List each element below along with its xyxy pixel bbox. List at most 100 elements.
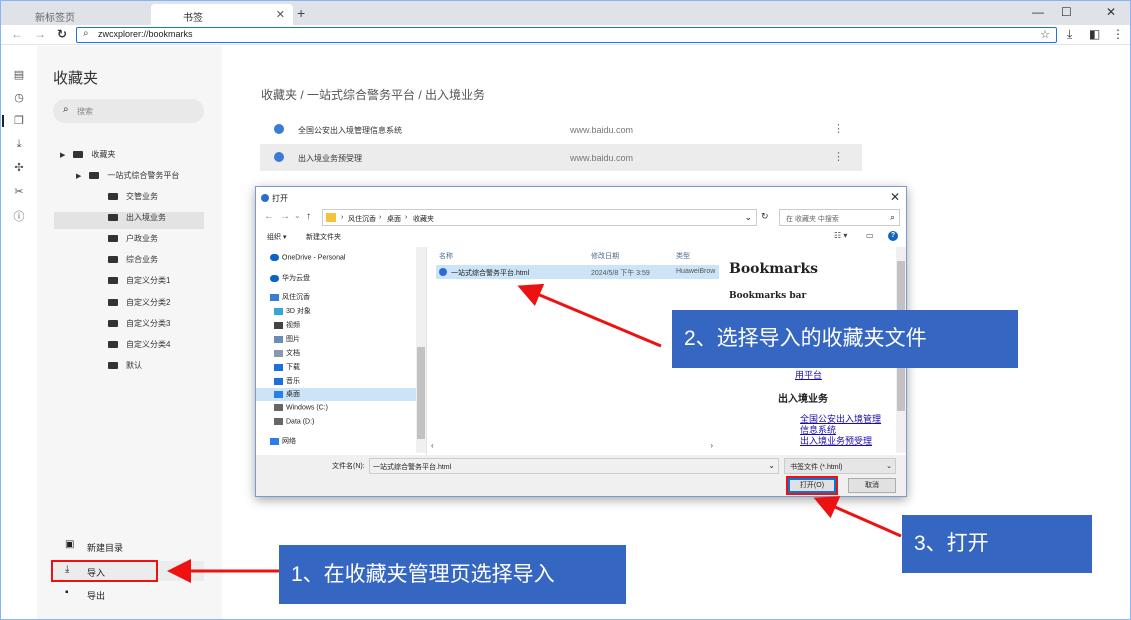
nav-item-drive-c[interactable]: Windows (C:) bbox=[274, 404, 328, 411]
new-folder-button[interactable]: ▣ 新建目录 bbox=[54, 536, 204, 556]
tools-icon[interactable]: ✂ bbox=[12, 185, 26, 198]
cancel-button[interactable]: 取消 bbox=[848, 478, 896, 493]
close-icon[interactable]: ✕ bbox=[890, 190, 900, 204]
scroll-left-icon[interactable]: ‹ bbox=[431, 441, 434, 450]
nav-item-this-pc[interactable]: 风住沉香 bbox=[270, 292, 310, 302]
folder-icon bbox=[108, 214, 118, 221]
back-arrow-icon[interactable]: ← bbox=[264, 211, 274, 222]
reload-icon[interactable]: ↻ bbox=[57, 27, 67, 41]
download-icon[interactable]: ⤓ bbox=[12, 138, 26, 151]
tree-item-favorites[interactable]: ▶ 收藏夹 bbox=[54, 149, 204, 166]
preview-pane-icon[interactable]: ▭ bbox=[866, 231, 874, 240]
nav-item-documents[interactable]: 文档 bbox=[274, 348, 300, 358]
more-icon[interactable]: ⋮ bbox=[833, 122, 844, 135]
tree-item-custom-2[interactable]: 自定义分类2 bbox=[54, 297, 204, 314]
search-icon: ⌕ bbox=[63, 104, 69, 115]
help-icon[interactable]: ? bbox=[888, 231, 898, 241]
menu-icon[interactable]: ⋮ bbox=[1112, 27, 1124, 41]
nav-item-huawei-cloud[interactable]: 华为云盘 bbox=[270, 273, 310, 283]
collections-icon[interactable]: ❐ bbox=[12, 114, 26, 127]
filename-label: 文件名(N): bbox=[332, 463, 365, 470]
tree-item-default[interactable]: 默认 bbox=[54, 360, 204, 377]
organize-button[interactable]: 组织 ▾ bbox=[267, 232, 286, 242]
history-icon[interactable]: ◷ bbox=[12, 91, 26, 104]
file-row[interactable]: 一站式综合警务平台.html 2024/5/8 下午 3:59 HuaweiBr… bbox=[436, 265, 719, 279]
tree-item-platform[interactable]: ▶ 一站式综合警务平台 bbox=[54, 170, 204, 187]
nav-item-3d[interactable]: 3D 对象 bbox=[274, 306, 311, 316]
nav-item-videos[interactable]: 视频 bbox=[274, 320, 300, 330]
forward-arrow-icon[interactable]: → bbox=[280, 211, 290, 222]
path-segment[interactable]: 收藏夹 bbox=[413, 214, 434, 224]
close-icon[interactable]: ✕ bbox=[276, 8, 285, 21]
search-icon: ⌕ bbox=[889, 212, 895, 222]
chevron-down-icon[interactable]: ⌄ bbox=[294, 211, 301, 220]
view-options-icon[interactable]: ☷ ▾ bbox=[834, 231, 847, 240]
video-icon bbox=[274, 321, 283, 329]
horizontal-scrollbar[interactable]: ‹ › bbox=[429, 441, 719, 453]
new-tab-button[interactable]: + bbox=[297, 5, 305, 21]
bookmark-name: 出入境业务预受理 bbox=[298, 154, 362, 163]
nav-item-desktop[interactable]: 桌面 bbox=[256, 388, 416, 401]
up-arrow-icon[interactable]: ↑ bbox=[306, 211, 311, 222]
tree-item-household[interactable]: 户政业务 bbox=[54, 233, 204, 250]
download-icon[interactable]: ⤓ bbox=[1067, 27, 1072, 42]
column-header-date[interactable]: 修改日期 bbox=[591, 251, 619, 261]
preview-link[interactable]: 用平台 bbox=[795, 368, 822, 381]
preview-link[interactable]: 出入境业务预受理 bbox=[800, 434, 872, 447]
scrollbar-thumb[interactable] bbox=[417, 347, 425, 439]
filename-input[interactable]: 一站式综合警务平台.html ⌄ bbox=[369, 458, 779, 474]
download-icon bbox=[274, 363, 283, 371]
filetype-select[interactable]: 书签文件 (*.html) ⌄ bbox=[784, 458, 896, 474]
maximize-button[interactable]: ☐ bbox=[1061, 5, 1072, 19]
tree-item-custom-4[interactable]: 自定义分类4 bbox=[54, 339, 204, 356]
callout-step-2: 2、选择导入的收藏夹文件 bbox=[672, 310, 1018, 368]
sidebar-toggle-icon[interactable]: ◧ bbox=[1089, 27, 1100, 41]
tab-new-tab[interactable]: 新标签页 bbox=[3, 4, 149, 25]
tree-item-traffic[interactable]: 交管业务 bbox=[54, 191, 204, 208]
nav-item-network[interactable]: 网络 bbox=[270, 436, 296, 446]
tree-item-custom-1[interactable]: 自定义分类1 bbox=[54, 275, 204, 292]
dialog-search-input[interactable]: 在 收藏夹 中搜索 ⌕ bbox=[779, 209, 900, 226]
tree-item-general[interactable]: 综合业务 bbox=[54, 254, 204, 271]
close-window-button[interactable]: ✕ bbox=[1106, 5, 1116, 19]
extensions-icon[interactable]: ✣ bbox=[12, 161, 26, 174]
nav-scrollbar[interactable] bbox=[416, 247, 426, 453]
tree-item-immigration[interactable]: 出入境业务 bbox=[54, 212, 204, 229]
nav-item-downloads[interactable]: 下载 bbox=[274, 362, 300, 372]
nav-item-music[interactable]: 音乐 bbox=[274, 376, 300, 386]
bookmark-row[interactable]: 出入境业务预受理 www.baidu.com ⋮ bbox=[260, 144, 862, 171]
forward-arrow-icon[interactable]: → bbox=[34, 27, 46, 41]
cube-icon bbox=[274, 307, 283, 315]
path-bar[interactable]: › 风住沉香 › 桌面 › 收藏夹 ⌄ bbox=[322, 209, 757, 226]
folder-icon bbox=[108, 277, 118, 284]
desktop-icon bbox=[274, 390, 283, 398]
minimize-button[interactable]: — bbox=[1032, 5, 1044, 19]
chevron-down-icon[interactable]: ⌄ bbox=[768, 461, 775, 470]
chevron-down-icon[interactable]: ⌄ bbox=[744, 212, 752, 223]
scroll-right-icon[interactable]: › bbox=[710, 441, 713, 450]
address-bar[interactable]: ⌕ zwcxplorer://bookmarks ☆ bbox=[76, 27, 1057, 43]
dialog-title: 打开 bbox=[272, 194, 288, 203]
more-icon[interactable]: ⋮ bbox=[833, 150, 844, 163]
bookmark-row[interactable]: 全国公安出入境管理信息系统 www.baidu.com ⋮ bbox=[260, 116, 862, 143]
nav-item-onedrive[interactable]: OneDrive - Personal bbox=[270, 254, 345, 261]
panel-search-input[interactable]: ⌕ 搜索 bbox=[53, 99, 204, 123]
info-icon[interactable]: ⓘ bbox=[12, 208, 26, 224]
folder-icon bbox=[108, 341, 118, 348]
nav-item-drive-d[interactable]: Data (D:) bbox=[274, 418, 314, 425]
path-segment[interactable]: 风住沉香 bbox=[348, 214, 376, 224]
back-arrow-icon[interactable]: ← bbox=[11, 27, 23, 41]
column-header-name[interactable]: 名称 bbox=[439, 251, 453, 261]
refresh-icon[interactable]: ↻ bbox=[761, 211, 769, 222]
star-icon[interactable]: ☆ bbox=[1040, 28, 1050, 41]
export-button[interactable]: ▪ 导出 bbox=[54, 584, 204, 604]
tree-item-custom-3[interactable]: 自定义分类3 bbox=[54, 318, 204, 335]
column-header-type[interactable]: 类型 bbox=[676, 251, 690, 261]
new-folder-button[interactable]: 新建文件夹 bbox=[306, 232, 341, 242]
drive-icon bbox=[274, 418, 283, 425]
path-segment[interactable]: 桌面 bbox=[387, 214, 401, 224]
bookmark-manager-icon[interactable]: ▤ bbox=[12, 68, 26, 81]
tab-bookmarks[interactable]: 书签 ✕ bbox=[151, 4, 293, 25]
save-icon: ▪ bbox=[65, 587, 69, 598]
nav-item-pictures[interactable]: 图片 bbox=[274, 334, 300, 344]
